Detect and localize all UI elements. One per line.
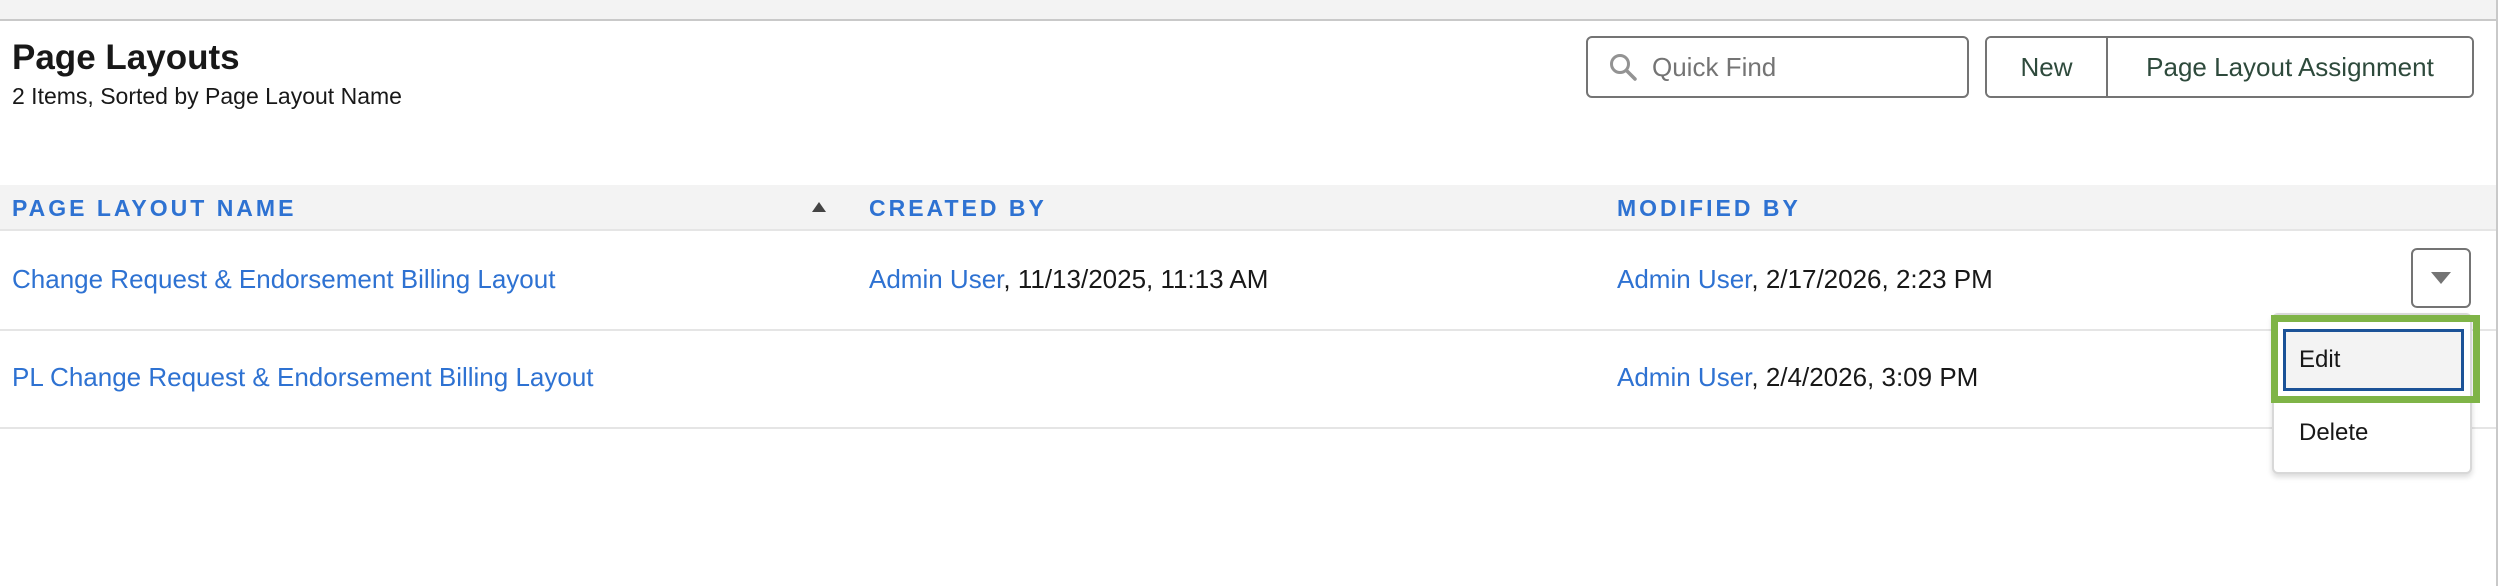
column-header-created-by[interactable]: CREATED BY [869, 195, 1047, 222]
page-layout-link[interactable]: PL Change Request & Endorsement Billing … [12, 362, 594, 392]
menu-item-delete[interactable]: Delete [2283, 408, 2480, 458]
page-layout-name-cell: PL Change Request & Endorsement Billing … [12, 362, 594, 393]
table-row: PL Change Request & Endorsement Billing … [0, 329, 2496, 429]
row-actions-button[interactable] [2411, 248, 2471, 308]
table-header: PAGE LAYOUT NAME CREATED BY MODIFIED BY [0, 185, 2496, 231]
created-by-cell: Admin User, 11/13/2025, 11:13 AM [869, 264, 1268, 295]
column-header-page-layout-name[interactable]: PAGE LAYOUT NAME [12, 195, 296, 222]
table-row: Change Request & Endorsement Billing Lay… [0, 231, 2496, 331]
top-border [0, 0, 2498, 21]
new-button[interactable]: New [1987, 38, 2108, 96]
search-icon [1608, 52, 1638, 82]
page-layout-link[interactable]: Change Request & Endorsement Billing Lay… [12, 264, 555, 294]
modified-at-text: , 2/4/2026, 3:09 PM [1751, 362, 1979, 392]
created-by-user-link[interactable]: Admin User [869, 264, 1003, 294]
menu-item-edit[interactable]: Edit [2283, 329, 2464, 391]
column-header-modified-by[interactable]: MODIFIED BY [1617, 195, 1801, 222]
page-layout-assignment-button[interactable]: Page Layout Assignment [2108, 38, 2472, 96]
modified-by-user-link[interactable]: Admin User [1617, 362, 1751, 392]
modified-by-cell: Admin User, 2/17/2026, 2:23 PM [1617, 264, 1993, 295]
created-at-text: , 11/13/2025, 11:13 AM [1003, 264, 1269, 294]
modified-by-user-link[interactable]: Admin User [1617, 264, 1751, 294]
header-button-group: New Page Layout Assignment [1985, 36, 2474, 98]
page-title: Page Layouts [12, 38, 240, 77]
sort-ascending-icon[interactable] [811, 200, 827, 212]
modified-at-text: , 2/17/2026, 2:23 PM [1751, 264, 1993, 294]
list-summary: 2 Items, Sorted by Page Layout Name [12, 83, 402, 109]
quick-find-search[interactable] [1586, 36, 1969, 98]
modified-by-cell: Admin User, 2/4/2026, 3:09 PM [1617, 362, 1978, 393]
page-layout-name-cell: Change Request & Endorsement Billing Lay… [12, 264, 555, 295]
chevron-down-icon [2431, 272, 2451, 284]
quick-find-input[interactable] [1650, 50, 1954, 84]
